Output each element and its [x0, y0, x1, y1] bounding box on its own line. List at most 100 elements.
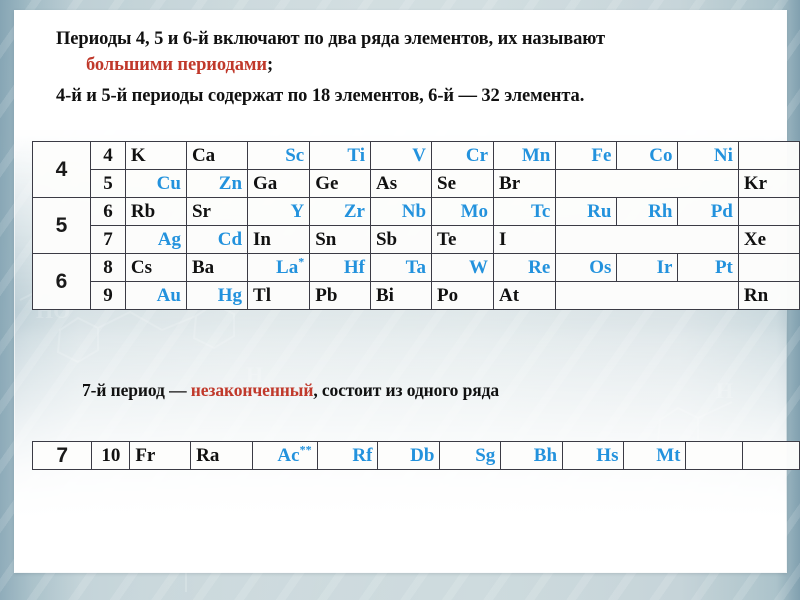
- table-row: 7 10 Fr Ra Ac** Rf Db Sg Bh Hs Mt: [31, 441, 800, 470]
- period-number-cell: 4: [32, 141, 91, 198]
- element-cell-rh[interactable]: Rh: [616, 197, 679, 226]
- element-cell-os[interactable]: Os: [555, 253, 618, 282]
- element-cell-fr[interactable]: Fr: [129, 441, 192, 470]
- element-cell-hs[interactable]: Hs: [562, 441, 625, 470]
- row-number-cell: 10: [91, 441, 131, 470]
- element-cell-kr[interactable]: Kr: [737, 169, 800, 198]
- element-cell-w[interactable]: W: [431, 253, 495, 282]
- element-cell-empty: [737, 197, 800, 226]
- element-cell-in[interactable]: In: [247, 225, 311, 254]
- element-cell-cs[interactable]: Cs: [124, 253, 187, 282]
- table-row: 7 Ag Cd In Sn Sb Te I Xe: [33, 225, 800, 254]
- element-cell-empty: [555, 281, 739, 310]
- row-number-cell: 7: [90, 225, 126, 254]
- element-cell-nb[interactable]: Nb: [369, 197, 433, 226]
- element-cell-ru[interactable]: Ru: [555, 197, 618, 226]
- element-cell-se[interactable]: Se: [431, 169, 495, 198]
- element-cell-rn[interactable]: Rn: [737, 281, 800, 310]
- element-cell-pb[interactable]: Pb: [309, 281, 371, 310]
- element-cell-cu[interactable]: Cu: [124, 169, 187, 198]
- element-cell-tl[interactable]: Tl: [247, 281, 311, 310]
- element-cell-zn[interactable]: Zn: [185, 169, 249, 198]
- element-cell-cd[interactable]: Cd: [185, 225, 249, 254]
- element-cell-ag[interactable]: Ag: [124, 225, 187, 254]
- period-number-cell: 6: [32, 253, 91, 310]
- intro-line-3: 4-й и 5-й периоды содержат по 18 элемент…: [56, 85, 585, 106]
- element-cell-pt[interactable]: Pt: [677, 253, 739, 282]
- table-row: 5 6 Rb Sr Y Zr Nb Mo Tc Ru Rh Pd: [32, 197, 800, 254]
- element-cell-bi[interactable]: Bi: [369, 281, 433, 310]
- row-number-cell: 4: [90, 141, 126, 170]
- intro-line-2: большими периодами;: [56, 52, 756, 78]
- footnote-marker: *: [298, 254, 305, 269]
- element-cell-zr[interactable]: Zr: [309, 197, 371, 226]
- element-cell-ti[interactable]: Ti: [309, 141, 371, 170]
- row-number-cell: 8: [90, 253, 126, 282]
- element-cell-sb[interactable]: Sb: [369, 225, 433, 254]
- period-7-note: 7-й период — незаконченный, состоит из о…: [82, 380, 499, 401]
- element-cell-re[interactable]: Re: [493, 253, 557, 282]
- element-cell-ac[interactable]: Ac**: [251, 441, 318, 470]
- period-number-cell: 7: [31, 441, 93, 470]
- element-cell-hf[interactable]: Hf: [309, 253, 371, 282]
- element-cell-ra[interactable]: Ra: [190, 441, 253, 470]
- element-cell-bh[interactable]: Bh: [500, 441, 564, 470]
- element-cell-sn[interactable]: Sn: [309, 225, 371, 254]
- element-cell-i[interactable]: I: [493, 225, 557, 254]
- element-cell-empty: [737, 141, 800, 170]
- element-cell-v[interactable]: V: [369, 141, 433, 170]
- element-cell-sr[interactable]: Sr: [185, 197, 249, 226]
- element-cell-k[interactable]: K: [124, 141, 187, 170]
- element-cell-au[interactable]: Au: [124, 281, 187, 310]
- element-cell-at[interactable]: At: [493, 281, 557, 310]
- element-cell-po[interactable]: Po: [431, 281, 495, 310]
- element-cell-la[interactable]: La*: [247, 253, 311, 282]
- period-number-cell: 5: [32, 197, 91, 254]
- periods-4-6-body: 4 4 K Ca Sc Ti V Cr Mn Fe Co Ni 5 Cu Zn Ga Ge As Se Br Kr 5…: [32, 141, 800, 310]
- element-cell-cr[interactable]: Cr: [431, 141, 495, 170]
- period-7-body: 7 10 Fr Ra Ac** Rf Db Sg Bh Hs Mt: [31, 441, 800, 470]
- element-cell-sc[interactable]: Sc: [247, 141, 311, 170]
- element-cell-empty: [742, 441, 800, 470]
- table-row: 4 4 K Ca Sc Ti V Cr Mn Fe Co Ni: [32, 141, 800, 198]
- element-cell-tc[interactable]: Tc: [493, 197, 557, 226]
- element-cell-empty: [555, 225, 739, 254]
- row-number-cell: 5: [90, 169, 126, 198]
- element-cell-mo[interactable]: Mo: [431, 197, 495, 226]
- element-cell-ga[interactable]: Ga: [247, 169, 311, 198]
- element-cell-fe[interactable]: Fe: [555, 141, 618, 170]
- element-cell-pd[interactable]: Pd: [677, 197, 739, 226]
- element-cell-ir[interactable]: Ir: [616, 253, 679, 282]
- table-row: 9 Au Hg Tl Pb Bi Po At Rn: [33, 281, 800, 310]
- periods-4-6-table: 4 4 K Ca Sc Ti V Cr Mn Fe Co Ni 5 Cu Zn Ga Ge As Se Br Kr 5…: [32, 141, 800, 310]
- element-cell-co[interactable]: Co: [616, 141, 679, 170]
- table-row: 6 8 Cs Ba La* Hf Ta W Re Os Ir Pt: [32, 253, 800, 310]
- element-cell-ge[interactable]: Ge: [309, 169, 371, 198]
- element-cell-empty: [685, 441, 744, 470]
- element-cell-mt[interactable]: Mt: [623, 441, 687, 470]
- row-number-cell: 6: [90, 197, 126, 226]
- element-cell-rb[interactable]: Rb: [124, 197, 187, 226]
- element-cell-db[interactable]: Db: [377, 441, 441, 470]
- element-cell-y[interactable]: Y: [247, 197, 311, 226]
- element-cell-hg[interactable]: Hg: [185, 281, 249, 310]
- element-cell-as[interactable]: As: [369, 169, 433, 198]
- element-cell-ca[interactable]: Ca: [185, 141, 249, 170]
- element-cell-xe[interactable]: Xe: [737, 225, 800, 254]
- element-cell-ni[interactable]: Ni: [677, 141, 739, 170]
- element-cell-ba[interactable]: Ba: [185, 253, 249, 282]
- intro-line-1: Периоды 4, 5 и 6-й включают по два ряда …: [56, 29, 606, 49]
- element-cell-rf[interactable]: Rf: [316, 441, 379, 470]
- element-cell-ta[interactable]: Ta: [369, 253, 433, 282]
- period-7-note-suffix: , состоит из одного ряда: [313, 380, 500, 400]
- period-7-note-prefix: 7-й период —: [82, 380, 191, 400]
- intro-highlight-bolshimi-periodami: большими периодами: [86, 55, 267, 76]
- element-cell-sg[interactable]: Sg: [439, 441, 502, 470]
- slide-canvas: HO N H OH N H O Периоды 4, 5 и 6-й включ…: [0, 0, 800, 600]
- element-cell-empty: [555, 169, 739, 198]
- element-cell-te[interactable]: Te: [431, 225, 495, 254]
- element-cell-empty: [737, 253, 800, 282]
- element-cell-mn[interactable]: Mn: [493, 141, 557, 170]
- intro-paragraph: Периоды 4, 5 и 6-й включают по два ряда …: [56, 26, 756, 109]
- element-cell-br[interactable]: Br: [493, 169, 557, 198]
